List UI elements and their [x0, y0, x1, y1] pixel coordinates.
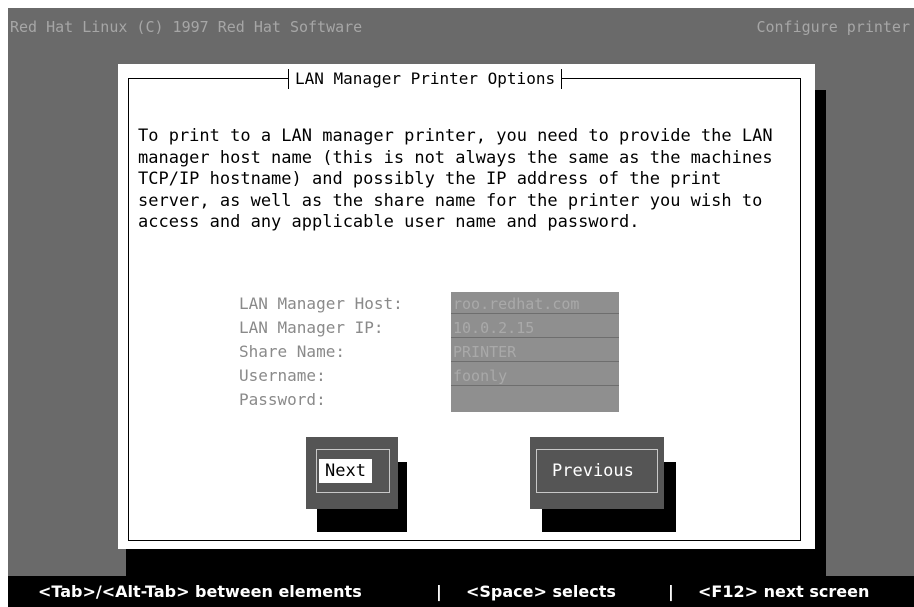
share-underline	[451, 361, 619, 362]
status-bar: <Tab>/<Alt-Tab> between elements | <Spac…	[8, 576, 914, 607]
previous-button-label: Previous	[552, 461, 634, 481]
instructions-text: To print to a LAN manager printer, you n…	[138, 126, 773, 232]
share-name-label: Share Name:	[239, 342, 345, 361]
host-underline	[451, 313, 619, 314]
ip-field	[451, 316, 619, 340]
status-separator: |	[436, 582, 442, 601]
password-input[interactable]	[451, 388, 619, 412]
share-field	[451, 340, 619, 364]
system-title: Red Hat Linux (C) 1997 Red Hat Software	[10, 18, 363, 36]
ip-underline	[451, 337, 619, 338]
lan-manager-dialog: LAN Manager Printer Options To print to …	[118, 64, 815, 549]
username-underline	[451, 385, 619, 386]
space-hint: <Space> selects	[466, 582, 616, 601]
tab-hint: <Tab>/<Alt-Tab> between elements	[38, 582, 362, 601]
screen-title: Configure printer	[756, 18, 910, 36]
username-field	[451, 364, 619, 388]
host-label: LAN Manager Host:	[239, 294, 403, 313]
next-button[interactable]: Next	[306, 437, 398, 509]
host-field	[451, 292, 619, 316]
ip-label: LAN Manager IP:	[239, 318, 384, 337]
f12-hint: <F12> next screen	[698, 582, 870, 601]
username-label: Username:	[239, 366, 326, 385]
status-separator: |	[668, 582, 674, 601]
previous-button[interactable]: Previous	[530, 437, 664, 509]
password-label: Password:	[239, 390, 326, 409]
password-field	[451, 388, 619, 412]
next-button-label: Next	[319, 459, 372, 483]
dialog-title: LAN Manager Printer Options	[288, 69, 563, 89]
console-screen: Red Hat Linux (C) 1997 Red Hat Software …	[8, 8, 914, 607]
